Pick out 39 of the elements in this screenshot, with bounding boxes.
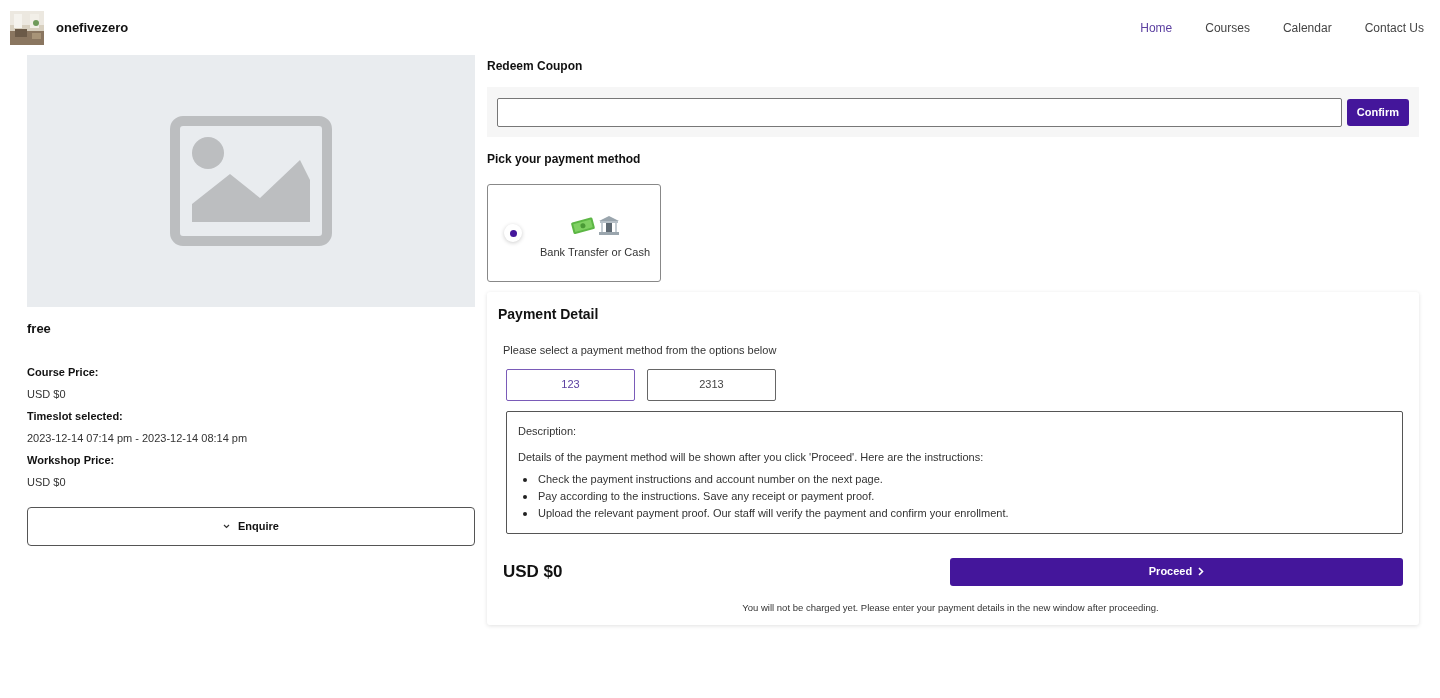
description-text: Details of the payment method will be shown after you click 'Proceed'. Here are the instructions: xyxy=(518,450,985,465)
proceed-button[interactable]: Proceed xyxy=(950,557,1403,586)
bullet-icon xyxy=(523,494,527,499)
brand-name: onefivezero xyxy=(56,18,129,37)
description-title: Description: xyxy=(518,423,578,439)
detail-label: Course Price: xyxy=(27,364,99,380)
detail-label: Timeslot selected: xyxy=(27,408,123,424)
instruction-text: Upload the relevant payment proof. Our staff will verify the payment and confirm your enrollment. xyxy=(538,505,1009,521)
coupon-field[interactable] xyxy=(497,97,1342,127)
detail-value: USD $0 xyxy=(27,474,66,490)
bullet-icon xyxy=(523,511,527,516)
confirm-button[interactable]: Confirm xyxy=(1346,98,1409,126)
note-text: You will not be charged yet. Please enter your payment details in the new window after proceeding. xyxy=(741,600,1160,615)
chevron-right-icon xyxy=(1198,567,1205,576)
payment-method-card[interactable]: Bank Transfer or Cash xyxy=(487,184,661,282)
card-title: Payment Detail xyxy=(498,305,599,324)
nav-link[interactable]: Home xyxy=(1140,18,1173,37)
cash-and-bank-icon xyxy=(570,213,621,236)
nav-link[interactable]: Contact Us xyxy=(1364,18,1424,37)
payment-method-label: Bank Transfer or Cash xyxy=(540,244,651,260)
image-icon xyxy=(170,116,332,246)
radio-button[interactable] xyxy=(504,224,522,242)
nav-link[interactable]: Courses xyxy=(1205,18,1250,37)
section-title: Redeem Coupon xyxy=(487,58,584,75)
option-button[interactable]: 2313 xyxy=(647,368,776,401)
bullet-icon xyxy=(523,477,527,482)
chevron-down-icon xyxy=(223,523,230,529)
detail-label: Workshop Price: xyxy=(27,452,115,468)
detail-value: 2023-12-14 07:14 pm - 2023-12-14 08:14 pm xyxy=(27,430,248,446)
instruction-text: Pay according to the instructions. Save any receipt or payment proof. xyxy=(538,488,875,504)
total-price: USD $0 xyxy=(503,560,563,583)
option-button[interactable]: 123 xyxy=(506,368,635,401)
section-title: Pick your payment method xyxy=(487,151,641,168)
prompt-text: Please select a payment method from the options below xyxy=(503,343,777,358)
nav-link[interactable]: Calendar xyxy=(1282,18,1332,37)
detail-value: USD $0 xyxy=(27,386,66,402)
enquire-button[interactable]: Enquire xyxy=(27,506,475,546)
course-title: free xyxy=(27,320,52,338)
instruction-text: Check the payment instructions and account number on the next page. xyxy=(538,471,883,487)
